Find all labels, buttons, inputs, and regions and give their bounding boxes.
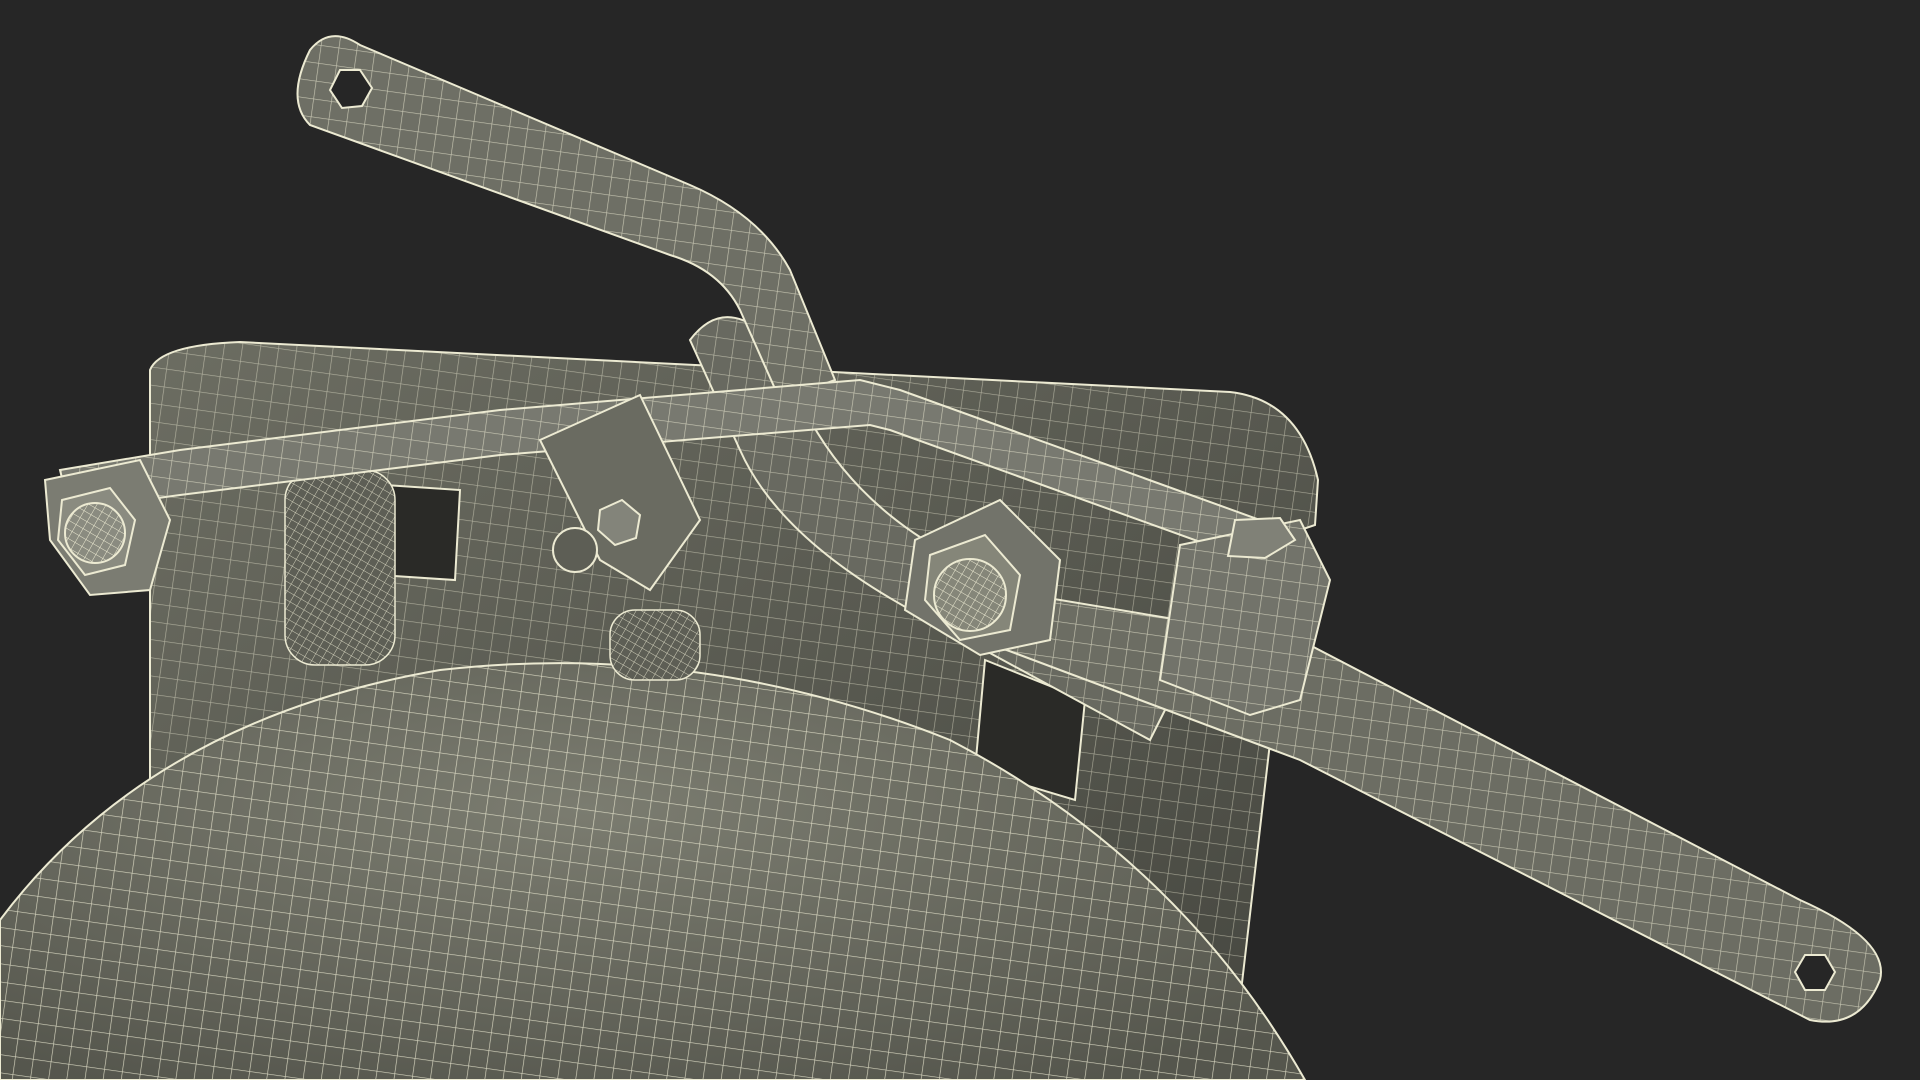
pivot-block	[1158, 516, 1332, 717]
lever-hole-lower	[1793, 954, 1837, 991]
coil-spring-center	[609, 609, 701, 681]
render-viewport	[0, 0, 1920, 1080]
wireframe-render	[0, 35, 1882, 1080]
coil-spring-left	[284, 469, 396, 666]
